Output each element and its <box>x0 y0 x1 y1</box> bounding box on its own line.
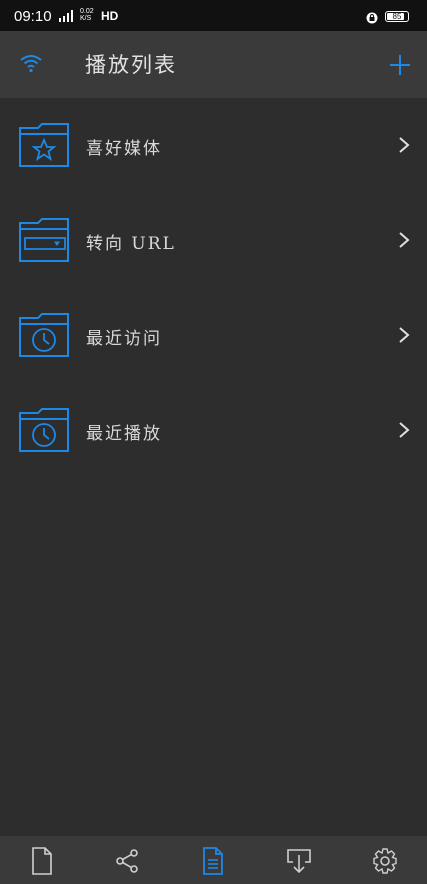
folder-star-icon <box>19 123 69 167</box>
download-icon[interactable] <box>285 846 313 876</box>
folder-clock-icon <box>19 313 69 357</box>
chevron-right-icon <box>399 327 410 343</box>
plus-icon[interactable] <box>388 53 412 77</box>
status-time: 09:10 <box>14 8 52 25</box>
battery-indicator: 85 <box>385 11 409 22</box>
rotation-lock-icon <box>366 12 378 24</box>
list-item-label: 喜好媒体 <box>86 139 162 159</box>
status-bar: 09:10 0.02 K/S HD 85 <box>0 0 427 31</box>
list-item-recent-visits[interactable]: 最近访问 <box>0 288 427 383</box>
settings-gear-icon[interactable] <box>371 846 399 876</box>
playlist-document-icon[interactable] <box>199 846 227 876</box>
list-item-label: 最近播放 <box>86 424 162 444</box>
network-speed: 0.02 K/S <box>80 8 94 22</box>
page-title: 播放列表 <box>85 53 177 77</box>
list-item-label: 转向 URL <box>86 234 176 254</box>
folder-url-icon <box>19 218 69 262</box>
list-item-url[interactable]: 转向 URL <box>0 193 427 288</box>
list-item-label: 最近访问 <box>86 329 162 349</box>
signal-icon <box>59 10 73 22</box>
chevron-right-icon <box>399 137 410 153</box>
file-icon[interactable] <box>28 846 56 876</box>
wifi-icon[interactable] <box>20 53 42 73</box>
list-item-favorites[interactable]: 喜好媒体 <box>0 98 427 193</box>
network-speed-value: 0.02 <box>80 8 94 15</box>
bottom-nav <box>0 836 427 884</box>
battery-level: 85 <box>392 12 402 21</box>
chevron-right-icon <box>399 422 410 438</box>
folder-clock-icon <box>19 408 69 452</box>
app-header: 播放列表 <box>0 31 427 98</box>
chevron-right-icon <box>399 232 410 248</box>
share-icon[interactable] <box>113 846 141 876</box>
hd-indicator: HD <box>101 9 119 23</box>
network-speed-unit: K/S <box>80 15 92 22</box>
list-item-recent-played[interactable]: 最近播放 <box>0 383 427 478</box>
